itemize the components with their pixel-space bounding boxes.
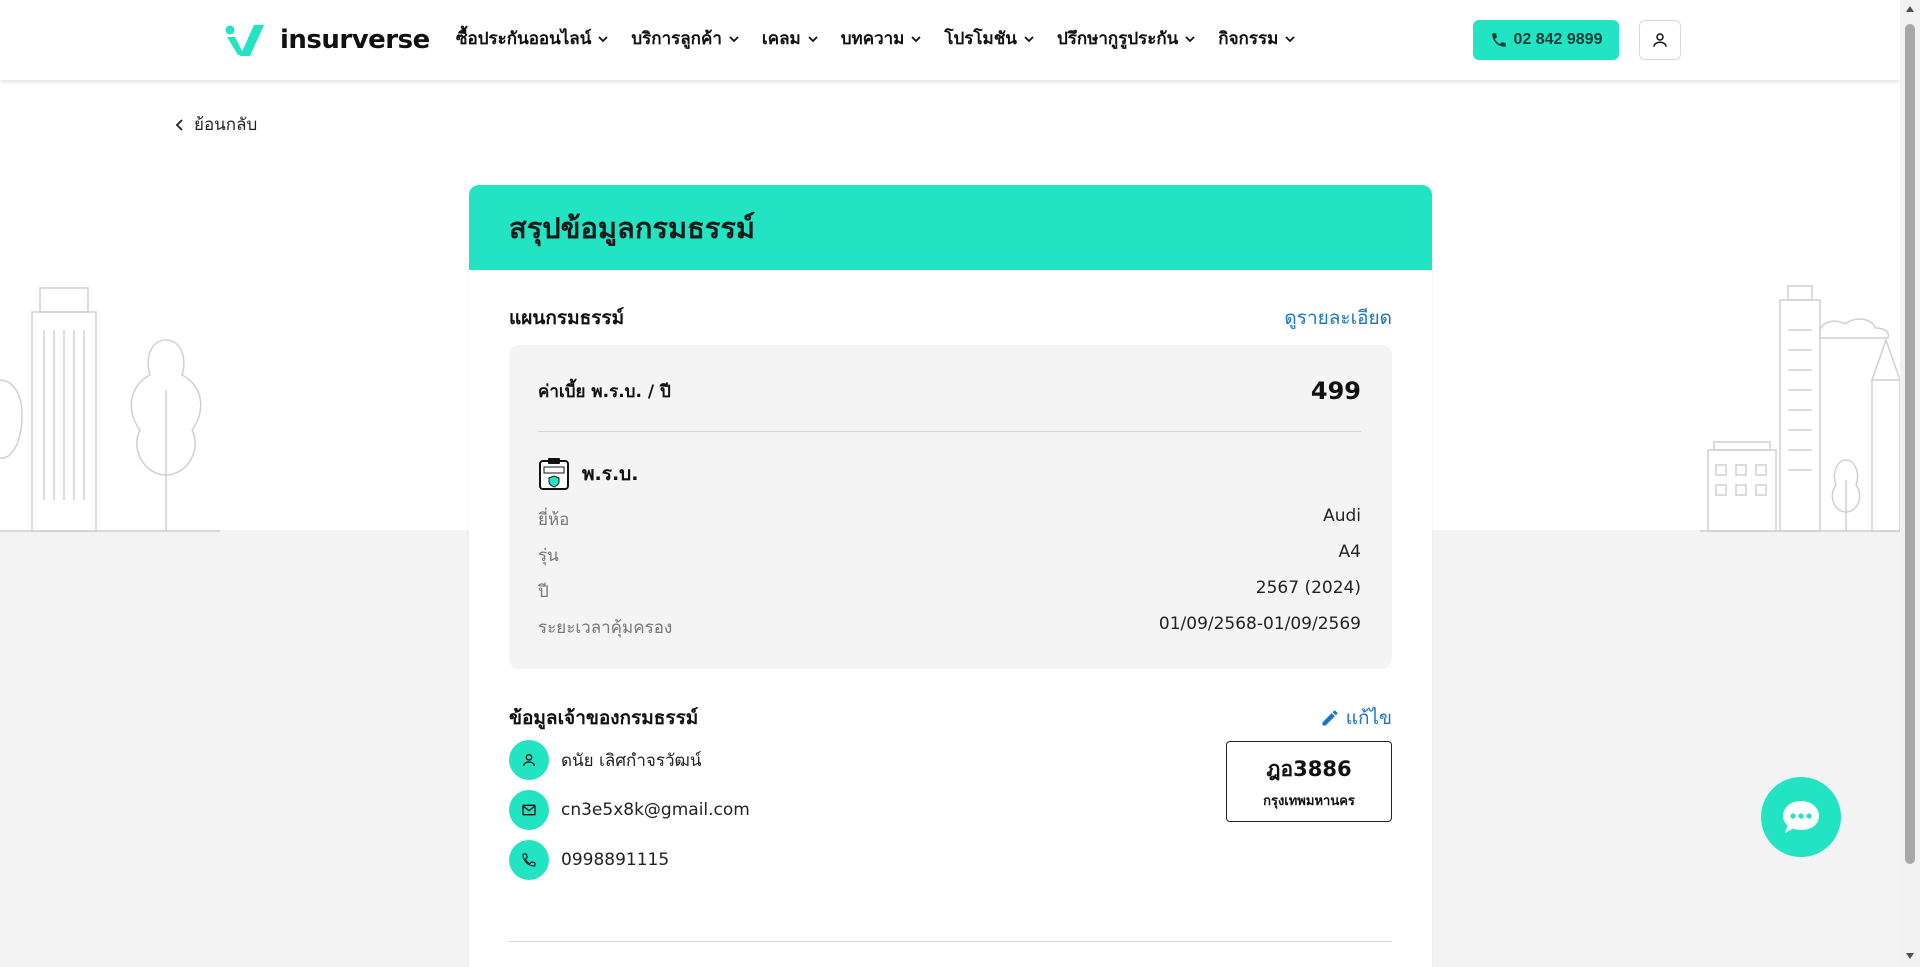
chevron-down-icon — [729, 35, 739, 42]
detail-row-brand: ยี่ห้อ Audi — [538, 506, 1361, 533]
person-icon — [509, 740, 549, 780]
divider — [538, 431, 1361, 432]
license-plate: ฎอ3886 กรุงเทพมหานคร — [1226, 741, 1392, 822]
detail-value: A4 — [1338, 542, 1361, 562]
chevron-down-icon — [911, 35, 922, 42]
detail-row-year: ปี 2567 (2024) — [538, 578, 1361, 605]
brand-logo[interactable]: insurverse — [224, 20, 430, 60]
nav-promotions[interactable]: โปรโมชัน — [944, 25, 1035, 52]
chevron-down-icon — [1285, 35, 1295, 42]
mail-icon — [509, 790, 549, 830]
nav-articles[interactable]: บทความ — [841, 25, 923, 52]
nav-label: โปรโมชัน — [944, 29, 1017, 49]
nav-label: บริการลูกค้า — [631, 29, 722, 49]
detail-label: รุ่น — [538, 546, 559, 566]
chat-button[interactable] — [1761, 777, 1841, 857]
pencil-icon — [1322, 710, 1338, 726]
user-icon — [1653, 33, 1667, 47]
premium-value: 499 — [1310, 377, 1361, 405]
nav-label: ปรึกษากูรูประกัน — [1056, 29, 1179, 49]
product-row: พ.ร.บ. — [538, 457, 638, 491]
chevron-down-icon — [598, 35, 608, 42]
edit-label: แก้ไข — [1345, 707, 1392, 729]
premium-row: ค่าเบี้ย พ.ร.บ. / ปี 499 — [538, 377, 1361, 405]
edit-owner-link[interactable]: แก้ไข — [1320, 703, 1392, 733]
nav-consult-guru[interactable]: ปรึกษากูรูประกัน — [1057, 25, 1196, 52]
owner-section-title: ข้อมูลเจ้าของกรมธรรม์ — [509, 707, 699, 729]
nav-label: บทความ — [840, 29, 905, 49]
card-header: สรุปข้อมูลกรมธรรม์ — [469, 185, 1432, 270]
owner-section-header: ข้อมูลเจ้าของกรมธรรม์ แก้ไข — [509, 703, 1392, 733]
detail-value: 01/09/2568-01/09/2569 — [1158, 614, 1361, 634]
view-details-link[interactable]: ดูรายละเอียด — [1284, 303, 1392, 333]
detail-label: ปี — [538, 582, 549, 602]
detail-label: ระยะเวลาคุ้มครอง — [538, 618, 673, 638]
owner-email-item: cn3e5x8k@gmail.com — [509, 790, 750, 830]
phone-number: 02 842 9899 — [1513, 31, 1603, 48]
owner-info-list: ดนัย เลิศกำจรวัฒน์ cn3e5x8k@gmail.com 09… — [509, 740, 750, 890]
owner-email: cn3e5x8k@gmail.com — [561, 800, 750, 820]
scroll-up-arrow[interactable] — [1906, 6, 1914, 12]
main-nav: ซื้อประกันออนไลน์ บริการลูกค้า เคลม บทคว… — [456, 25, 1296, 52]
detail-value: 2567 (2024) — [1255, 578, 1361, 598]
chevron-left-icon — [175, 118, 183, 131]
owner-name: ดนัย เลิศกำจรวัฒน์ — [561, 750, 702, 771]
city-illustration-right — [1700, 285, 1900, 532]
phone-icon — [1491, 33, 1506, 47]
nav-claim[interactable]: เคลม — [762, 25, 819, 52]
chevron-down-icon — [1024, 35, 1034, 42]
call-phone-button[interactable]: 02 842 9899 — [1473, 20, 1619, 60]
page-title: สรุปข้อมูลกรมธรรม์ — [509, 210, 756, 245]
page-scrollbar[interactable] — [1900, 0, 1920, 967]
premium-label: ค่าเบี้ย พ.ร.บ. / ปี — [538, 381, 671, 402]
plan-section-title: แผนกรมธรรม์ — [509, 307, 625, 329]
chat-icon — [1783, 801, 1819, 833]
owner-phone: 0998891115 — [561, 850, 670, 870]
detail-row-coverage-period: ระยะเวลาคุ้มครอง 01/09/2568-01/09/2569 — [538, 614, 1361, 641]
back-label: ย้อนกลับ — [194, 115, 258, 135]
nav-label: เคลม — [761, 29, 801, 49]
account-button[interactable] — [1639, 20, 1681, 60]
site-header: insurverse ซื้อประกันออนไลน์ บริการลูกค้… — [0, 0, 1900, 80]
scroll-thumb[interactable] — [1905, 24, 1915, 864]
nav-buy-insurance[interactable]: ซื้อประกันออนไลน์ — [456, 25, 609, 52]
plate-number: ฎอ3886 — [1266, 756, 1352, 781]
policy-summary-card: สรุปข้อมูลกรมธรรม์ แผนกรมธรรม์ ดูรายละเอ… — [469, 185, 1432, 967]
phone-icon — [509, 840, 549, 880]
owner-phone-item: 0998891115 — [509, 840, 750, 880]
certificate-icon — [539, 458, 569, 490]
city-illustration-left — [0, 287, 220, 532]
nav-label: กิจกรรม — [1218, 29, 1279, 49]
nav-customer-service[interactable]: บริการลูกค้า — [631, 25, 740, 52]
detail-label: ยี่ห้อ — [538, 510, 570, 530]
brand-mark-icon — [225, 25, 264, 56]
nav-activities[interactable]: กิจกรรม — [1218, 25, 1296, 52]
detail-value: Audi — [1323, 506, 1361, 526]
divider — [509, 941, 1392, 942]
plan-section-header: แผนกรมธรรม์ ดูรายละเอียด — [509, 303, 1392, 333]
detail-row-model: รุ่น A4 — [538, 542, 1361, 569]
scroll-down-arrow[interactable] — [1906, 953, 1914, 959]
plan-details-box: ค่าเบี้ย พ.ร.บ. / ปี 499 พ.ร.บ. ยี่ห้อ A… — [509, 345, 1392, 669]
nav-label: ซื้อประกันออนไลน์ — [456, 29, 592, 49]
plate-province: กรุงเทพมหานคร — [1263, 793, 1355, 809]
product-name: พ.ร.บ. — [582, 463, 639, 485]
back-link[interactable]: ย้อนกลับ — [174, 111, 257, 138]
brand-name: insurverse — [280, 25, 430, 55]
chevron-down-icon — [1185, 35, 1195, 42]
chevron-down-icon — [808, 35, 818, 42]
owner-name-item: ดนัย เลิศกำจรวัฒน์ — [509, 740, 750, 780]
